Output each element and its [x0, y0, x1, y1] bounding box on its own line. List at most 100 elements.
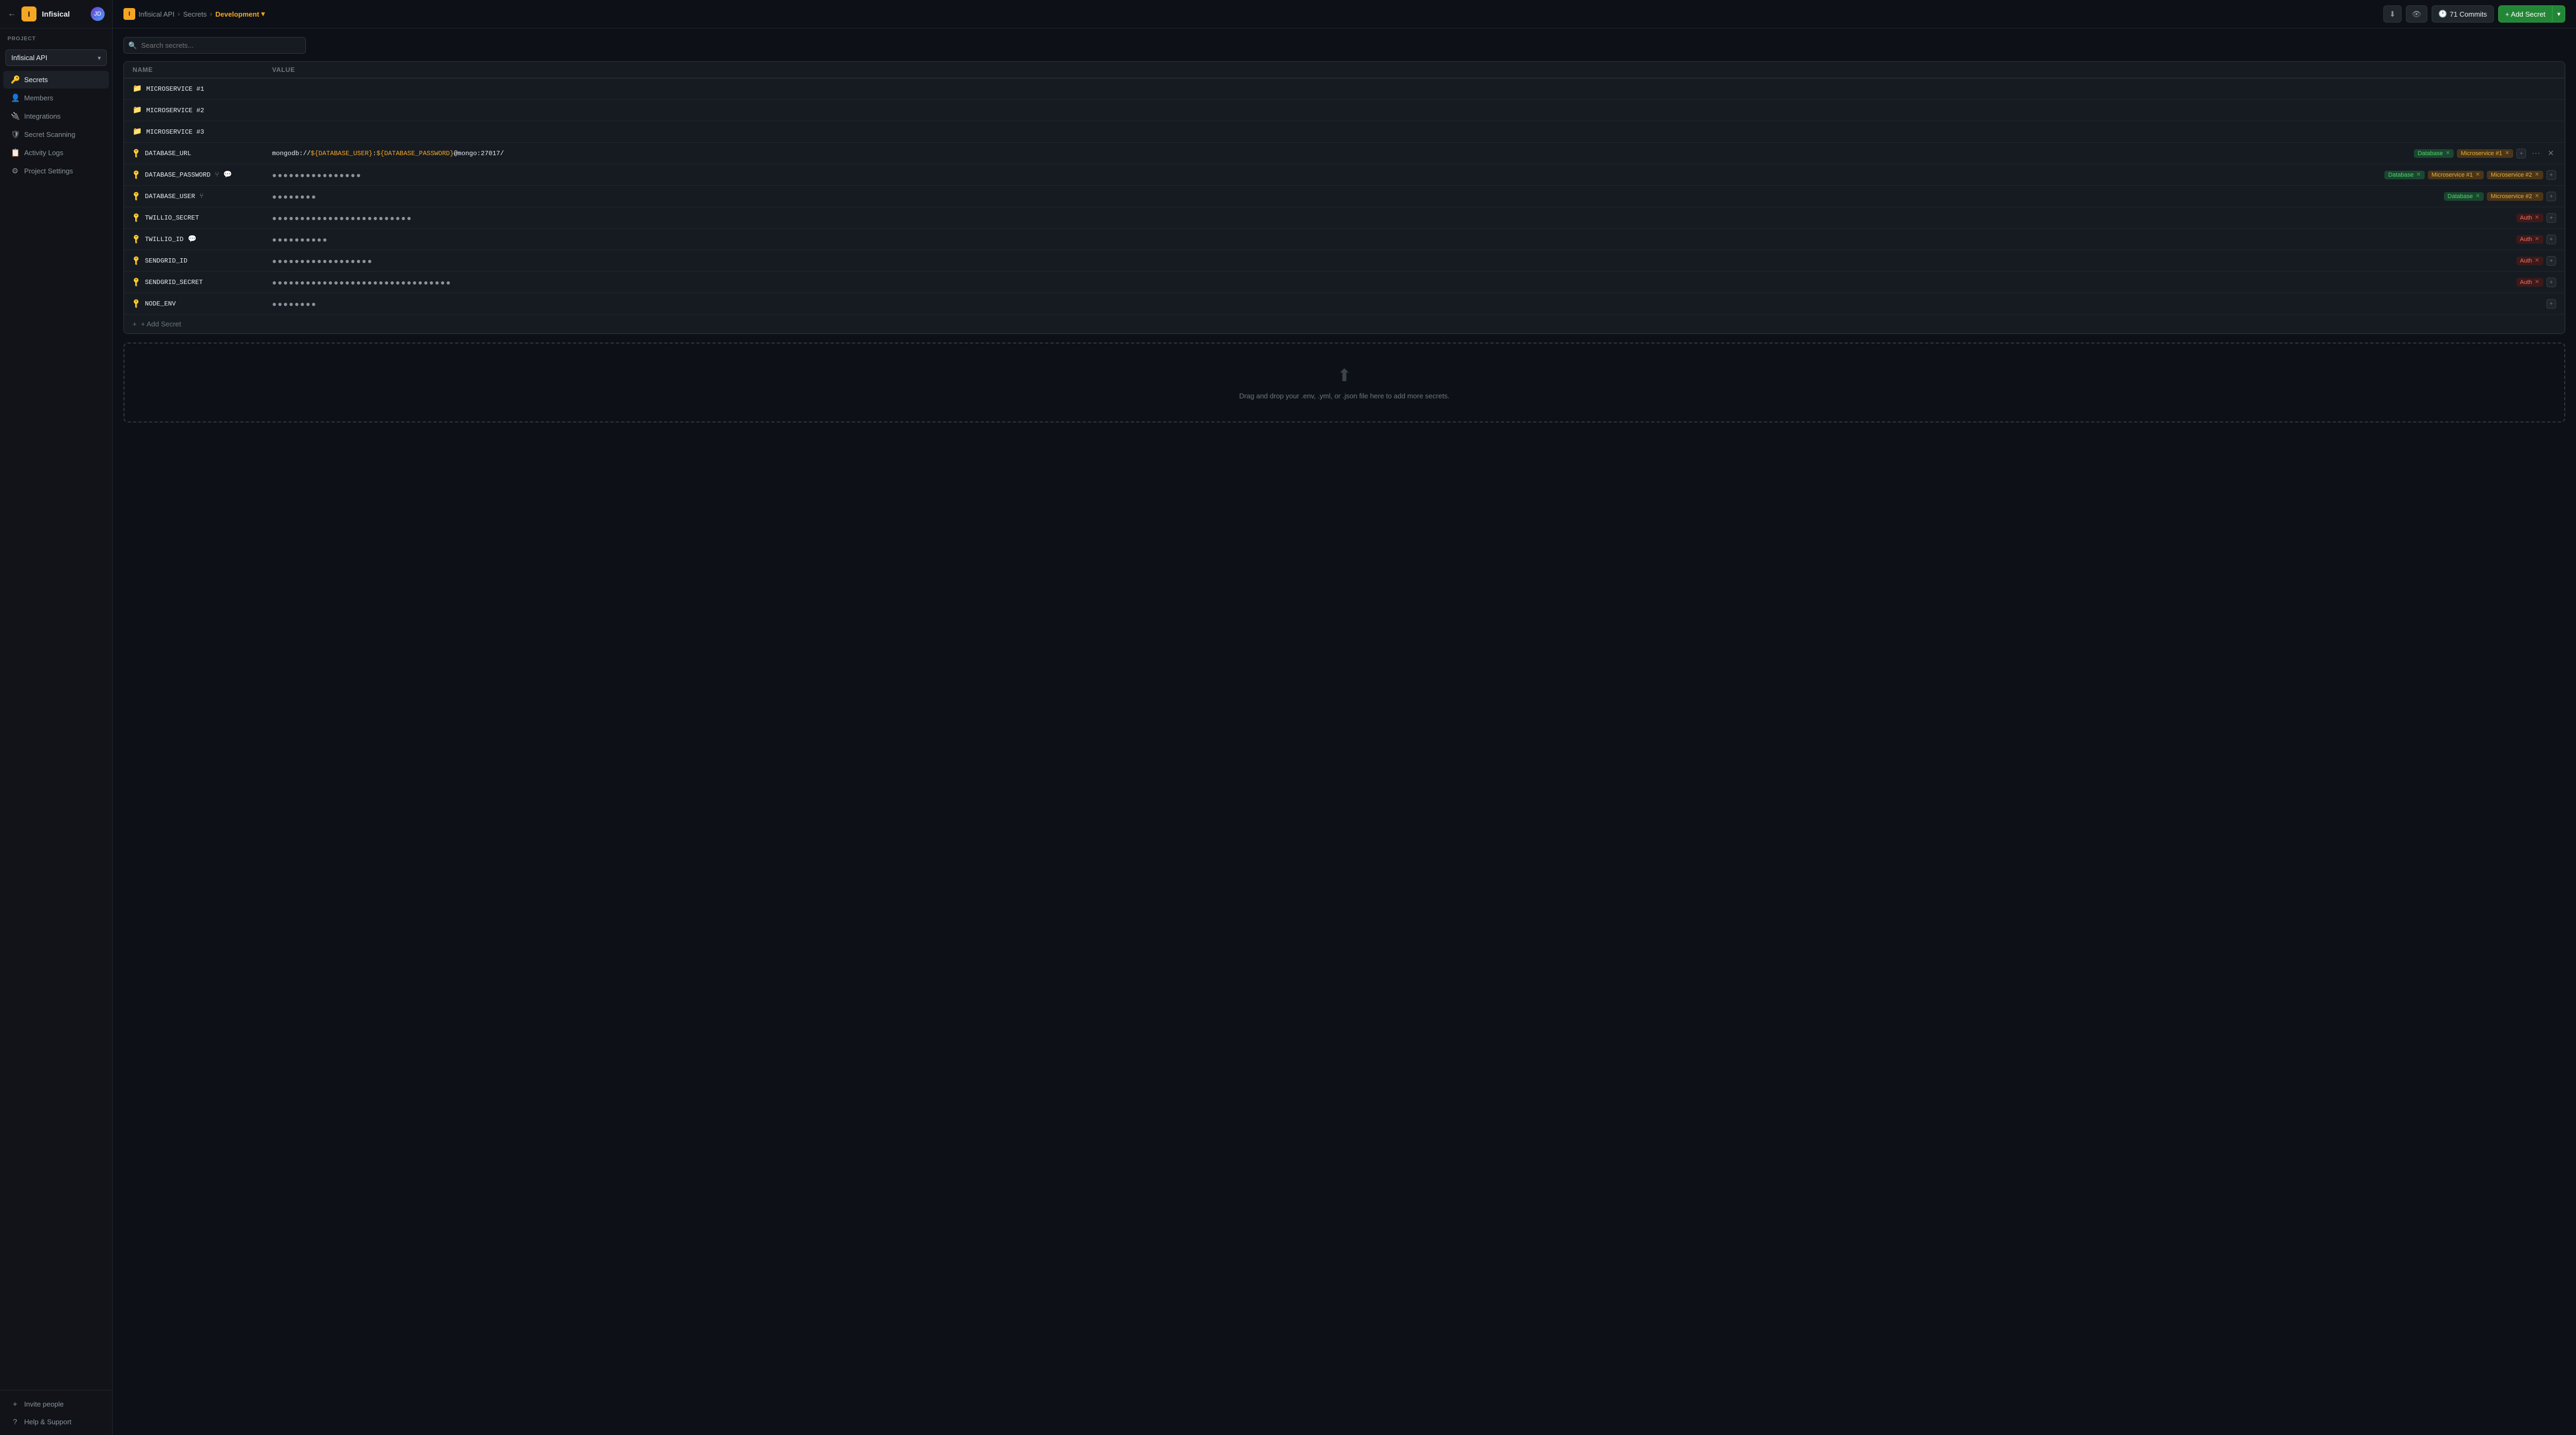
row-value-sendgrid-id: ●●●●●●●●●●●●●●●●●● Auth ✕ + — [264, 252, 2565, 270]
secret-dots: ●●●●●●●●●●●●●●●●●●●●●●●●●●●●●●●● — [272, 278, 452, 287]
plus-icon: + — [133, 320, 137, 328]
tag-remove-icon[interactable]: ✕ — [2535, 172, 2539, 178]
add-secret-inline-button[interactable]: + + Add Secret — [124, 315, 2565, 333]
tag-add-button[interactable]: + — [2546, 256, 2556, 266]
tag-microservice2[interactable]: Microservice #2 ✕ — [2487, 192, 2543, 201]
sidebar-item-secrets[interactable]: 🔑 Secrets — [3, 71, 109, 89]
sidebar-item-members[interactable]: 👤 Members — [3, 89, 109, 107]
row-name-microservice1: 📁 MICROSERVICE #1 — [124, 80, 264, 98]
project-selector[interactable]: Infisical API ▾ — [5, 49, 107, 66]
comment-icon: 💬 — [188, 235, 196, 243]
add-secret-dropdown-button[interactable]: ▾ — [2552, 5, 2565, 23]
row-name-sendgrid-id: 🔑 SENDGRID_ID — [124, 252, 264, 269]
row-value-twillio-secret: ●●●●●●●●●●●●●●●●●●●●●●●●● Auth ✕ + — [264, 209, 2565, 227]
breadcrumb-secrets[interactable]: Secrets — [183, 10, 207, 18]
tag-remove-icon[interactable]: ✕ — [2416, 172, 2420, 178]
tag-remove-icon[interactable]: ✕ — [2535, 258, 2539, 264]
row-value-microservice1 — [264, 85, 2565, 93]
table-row[interactable]: 📁 MICROSERVICE #3 — [124, 121, 2565, 143]
commits-button[interactable]: 🕐 71 Commits — [2432, 5, 2494, 23]
breadcrumb-project[interactable]: Infisical API — [138, 10, 174, 18]
log-icon: 📋 — [11, 148, 19, 157]
secret-dots: ●●●●●●●● — [272, 192, 317, 201]
visibility-button[interactable]: 👁 — [2406, 5, 2427, 23]
sidebar-item-integrations[interactable]: 🔌 Integrations — [3, 107, 109, 125]
plug-icon: 🔌 — [11, 112, 19, 121]
key-icon: 🔑 — [131, 148, 142, 159]
sidebar-nav: 🔑 Secrets 👤 Members 🔌 Integrations 🛡 Sec… — [0, 70, 112, 180]
table-row[interactable]: 🔑 SENDGRID_SECRET ●●●●●●●●●●●●●●●●●●●●●●… — [124, 272, 2565, 293]
back-button[interactable]: ← — [8, 9, 16, 19]
row-value-node-env: ●●●●●●●● + — [264, 295, 2565, 313]
tag-microservice1[interactable]: Microservice #1 ✕ — [2428, 171, 2484, 179]
avatar[interactable]: JD — [91, 7, 105, 21]
table-row[interactable]: 🔑 DATABASE_USER ⑂ ●●●●●●●● Database ✕ Mi… — [124, 186, 2565, 207]
tag-remove-icon[interactable]: ✕ — [2446, 150, 2450, 156]
tag-remove-icon[interactable]: ✕ — [2476, 172, 2480, 178]
row-close-button[interactable]: ✕ — [2545, 148, 2556, 159]
sidebar-item-activity-logs[interactable]: 📋 Activity Logs — [3, 144, 109, 162]
tag-add-button[interactable]: + — [2546, 299, 2556, 309]
tag-add-button[interactable]: + — [2546, 213, 2556, 223]
table-row[interactable]: 📁 MICROSERVICE #2 — [124, 100, 2565, 121]
row-actions: Auth ✕ + — [2516, 278, 2556, 287]
tag-add-button[interactable]: + — [2546, 235, 2556, 244]
download-button[interactable]: ⬇ — [2383, 5, 2402, 23]
tag-remove-icon[interactable]: ✕ — [2505, 150, 2509, 156]
commits-label: 71 Commits — [2450, 10, 2487, 18]
tag-add-button[interactable]: + — [2516, 149, 2526, 158]
tag-add-button[interactable]: + — [2546, 278, 2556, 287]
tag-database[interactable]: Database ✕ — [2384, 171, 2424, 179]
row-name-database-url: 🔑 DATABASE_URL — [124, 145, 264, 162]
tag-auth[interactable]: Auth ✕ — [2516, 257, 2543, 265]
row-name-twillio-secret: 🔑 TWILLIO_SECRET — [124, 209, 264, 226]
tag-remove-icon[interactable]: ✕ — [2535, 193, 2539, 199]
content-area: 🔍 Name Value 📁 MICROSERVICE #1 📁 — [113, 28, 2576, 1435]
row-actions: + — [2546, 299, 2556, 309]
drag-drop-zone[interactable]: ⬆ Drag and drop your .env, .yml, or .jso… — [123, 343, 2565, 423]
tag-remove-icon[interactable]: ✕ — [2535, 236, 2539, 242]
table-row[interactable]: 📁 MICROSERVICE #1 — [124, 78, 2565, 100]
tag-auth[interactable]: Auth ✕ — [2516, 235, 2543, 244]
plus-icon: + — [11, 1400, 19, 1408]
table-row[interactable]: 🔑 NODE_ENV ●●●●●●●● + — [124, 293, 2565, 315]
row-value-microservice2 — [264, 106, 2565, 115]
tag-auth[interactable]: Auth ✕ — [2516, 214, 2543, 222]
tag-database[interactable]: Database ✕ — [2444, 192, 2484, 201]
table-row[interactable]: 🔑 DATABASE_URL mongodb://${DATABASE_USER… — [124, 143, 2565, 164]
tag-database[interactable]: Database ✕ — [2414, 149, 2454, 158]
tag-microservice1[interactable]: Microservice #1 ✕ — [2457, 149, 2513, 158]
folder-icon: 📁 — [133, 84, 142, 93]
sidebar-item-help-support[interactable]: ? Help & Support — [3, 1413, 109, 1430]
key-icon: 🔑 — [131, 212, 142, 223]
add-secret-group: + Add Secret ▾ — [2498, 5, 2565, 23]
tag-add-button[interactable]: + — [2546, 192, 2556, 201]
sidebar-item-project-settings[interactable]: ⚙ Project Settings — [3, 162, 109, 180]
row-value-microservice3 — [264, 128, 2565, 136]
tag-remove-icon[interactable]: ✕ — [2535, 279, 2539, 285]
table-row[interactable]: 🔑 SENDGRID_ID ●●●●●●●●●●●●●●●●●● Auth ✕ … — [124, 250, 2565, 272]
sidebar-item-invite-people[interactable]: + Invite people — [3, 1395, 109, 1412]
tag-microservice2[interactable]: Microservice #2 ✕ — [2487, 171, 2543, 179]
key-icon: 🔑 — [11, 75, 19, 84]
nav-label-secret-scanning: Secret Scanning — [24, 130, 75, 139]
tag-add-button[interactable]: + — [2546, 170, 2556, 180]
folder-icon: 📁 — [133, 127, 142, 136]
key-icon: 🔑 — [131, 169, 142, 180]
table-row[interactable]: 🔑 TWILLIO_SECRET ●●●●●●●●●●●●●●●●●●●●●●●… — [124, 207, 2565, 229]
tag-auth[interactable]: Auth ✕ — [2516, 278, 2543, 287]
project-name: Infisical API — [11, 54, 47, 62]
settings-icon: ⚙ — [11, 166, 19, 176]
table-row[interactable]: 🔑 TWILLIO_ID 💬 ●●●●●●●●●● Auth ✕ + — [124, 229, 2565, 250]
search-input[interactable] — [123, 37, 306, 54]
tag-remove-icon[interactable]: ✕ — [2476, 193, 2480, 199]
table-row[interactable]: 🔑 DATABASE_PASSWORD ⑂ 💬 ●●●●●●●●●●●●●●●●… — [124, 164, 2565, 186]
row-more-button[interactable]: ··· — [2529, 148, 2542, 159]
tag-remove-icon[interactable]: ✕ — [2535, 215, 2539, 221]
user-icon: 👤 — [11, 93, 19, 103]
add-secret-inline-label: + Add Secret — [141, 320, 181, 328]
nav-label-members: Members — [24, 94, 53, 102]
sidebar-item-secret-scanning[interactable]: 🛡 Secret Scanning — [3, 126, 109, 143]
breadcrumb-environment[interactable]: Development ▾ — [215, 10, 265, 18]
add-secret-button[interactable]: + Add Secret — [2498, 5, 2552, 23]
